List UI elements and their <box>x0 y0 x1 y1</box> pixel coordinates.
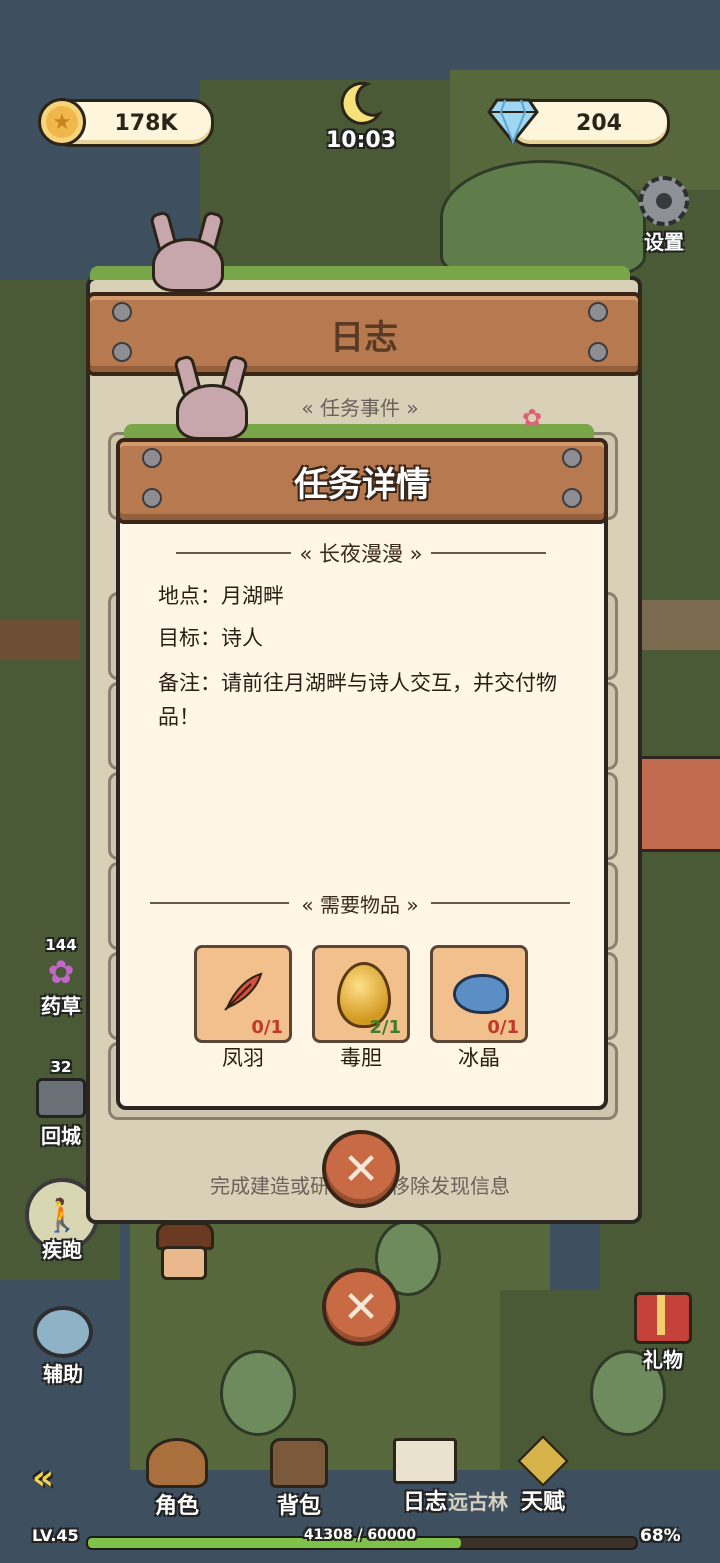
item-name: 凤羽 <box>222 1046 264 1070</box>
area-name-overlap: 远古林 <box>448 1490 508 1514</box>
gift-icon <box>634 1292 692 1344</box>
coin-icon: ★ <box>38 98 86 146</box>
quest-note: 备注：请前往月湖畔与诗人交互，并交付物品！ <box>158 671 557 729</box>
close-quest-button[interactable]: ✕ <box>322 1130 400 1208</box>
rabbit-decoration <box>148 210 228 292</box>
required-item-slot[interactable]: 0/1 <box>430 945 528 1043</box>
character-label: 角色 <box>154 1494 199 1519</box>
assist-icon <box>33 1306 93 1358</box>
screw <box>588 302 608 322</box>
tree <box>220 1350 296 1436</box>
diamond-icon <box>487 96 539 145</box>
screw <box>142 488 162 508</box>
gift-label: 礼物 <box>643 1348 683 1372</box>
blue-stone-icon <box>453 974 509 1014</box>
screw <box>588 342 608 362</box>
section-label: 任务事件 <box>320 396 400 420</box>
required-items-header: « 需要物品 » <box>150 888 570 918</box>
back-arrow-button[interactable]: « <box>32 1458 92 1498</box>
settings-label: 设置 <box>644 230 684 254</box>
assist-label: 辅助 <box>43 1362 83 1386</box>
talent-label: 天赋 <box>520 1490 565 1515</box>
gift-button[interactable]: 礼物 <box>630 1292 696 1374</box>
double-chevron-left-icon: « <box>32 1458 54 1498</box>
screw <box>142 448 162 468</box>
item-name: 冰晶 <box>458 1046 500 1070</box>
required-item-slot[interactable]: 0/1 <box>194 945 292 1043</box>
flower-icon: ✿ <box>47 953 75 991</box>
talent-button[interactable]: 天赋 <box>506 1434 580 1516</box>
character-icon <box>146 1438 208 1488</box>
close-icon: ✕ <box>342 1143 380 1195</box>
journal-section-header: « 任务事件 » <box>301 396 419 420</box>
level-label: LV.45 <box>32 1526 79 1545</box>
close-icon: ✕ <box>342 1281 380 1333</box>
house <box>636 756 720 852</box>
item-count: 0/1 <box>487 1017 519 1038</box>
xp-progress-text: 41308 / 60000 <box>303 1527 417 1543</box>
winged-crystal-icon <box>516 1434 570 1488</box>
quest-title: 任务详情 <box>294 464 430 505</box>
sprint-label: 疾跑 <box>42 1238 82 1262</box>
xp-percent: 68% <box>640 1526 681 1546</box>
item-count: 0/1 <box>251 1017 283 1038</box>
journal-title-board: 日志 <box>86 292 642 376</box>
mossy-rock <box>440 160 646 276</box>
journal-title: 日志 <box>330 317 398 358</box>
quest-name: 长夜漫漫 <box>319 542 403 566</box>
required-item-slot[interactable]: 2/1 <box>312 945 410 1043</box>
screw <box>112 342 132 362</box>
backpack-icon <box>270 1438 328 1488</box>
scroll-icon <box>36 1078 86 1118</box>
backpack-button[interactable]: 背包 <box>262 1438 336 1520</box>
required-items-label: 需要物品 <box>320 892 400 917</box>
close-journal-button[interactable]: ✕ <box>322 1268 400 1346</box>
book-icon <box>393 1438 457 1484</box>
coin-amount: 178K <box>114 110 178 136</box>
item-count: 2/1 <box>369 1017 401 1038</box>
feather-icon <box>221 970 265 1014</box>
player-character <box>156 1222 214 1288</box>
quest-title-board: 任务详情 <box>116 438 608 524</box>
item-name: 毒胆 <box>340 1046 382 1070</box>
quest-location: 地点：月湖畔 <box>158 584 284 608</box>
game-clock: 10:03 <box>326 128 397 153</box>
quest-name-header: « 长夜漫漫 » <box>176 538 546 568</box>
screw <box>562 448 582 468</box>
gem-amount: 204 <box>576 110 622 136</box>
character-button[interactable]: 角色 <box>140 1438 214 1520</box>
backpack-label: 背包 <box>276 1494 321 1519</box>
quest-target: 目标：诗人 <box>158 626 263 650</box>
gear-icon <box>639 176 689 226</box>
moon-icon <box>337 80 383 126</box>
screw <box>562 488 582 508</box>
settings-button[interactable]: 设置 <box>632 176 696 256</box>
screw <box>112 302 132 322</box>
rabbit-decoration <box>172 354 252 440</box>
flower-decoration: ✿ <box>522 404 543 432</box>
assist-button[interactable]: 辅助 <box>30 1306 96 1388</box>
